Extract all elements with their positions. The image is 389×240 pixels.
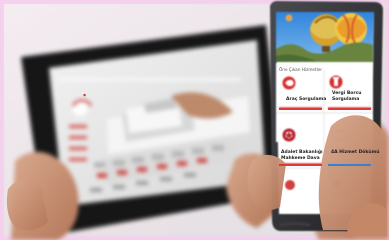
phone-tile-justice-underline: [279, 164, 322, 166]
phone-tile-vehicle-query[interactable]: Araç Sorgulama: [286, 97, 326, 102]
phone-tile-justice-line1[interactable]: Adalet Bakanlığı: [281, 150, 323, 155]
phone-tile-service-underline: [328, 164, 371, 166]
scene-illustration: [0, 0, 389, 240]
phone-tile-tax-line1[interactable]: Vergi Borcu: [332, 91, 361, 96]
phone-tile-justice-line2[interactable]: Mahkeme Dava: [281, 156, 320, 161]
phone-section-title: Öne Çıkan Hizmetler: [279, 67, 323, 72]
photo-frame: ● Öne Çıkan Hizmetler Araç Sorgulama Ver…: [0, 0, 389, 240]
phone-tile-vehicle-underline: [279, 108, 322, 110]
phone-tile-service-record[interactable]: 4A Hizmet Dökümü: [331, 150, 379, 155]
tablet-screen-logo: ●: [83, 92, 87, 97]
phone-tile-tax-line2[interactable]: Sorgulama: [332, 97, 359, 102]
phone-tile-tax-underline: [328, 108, 371, 110]
